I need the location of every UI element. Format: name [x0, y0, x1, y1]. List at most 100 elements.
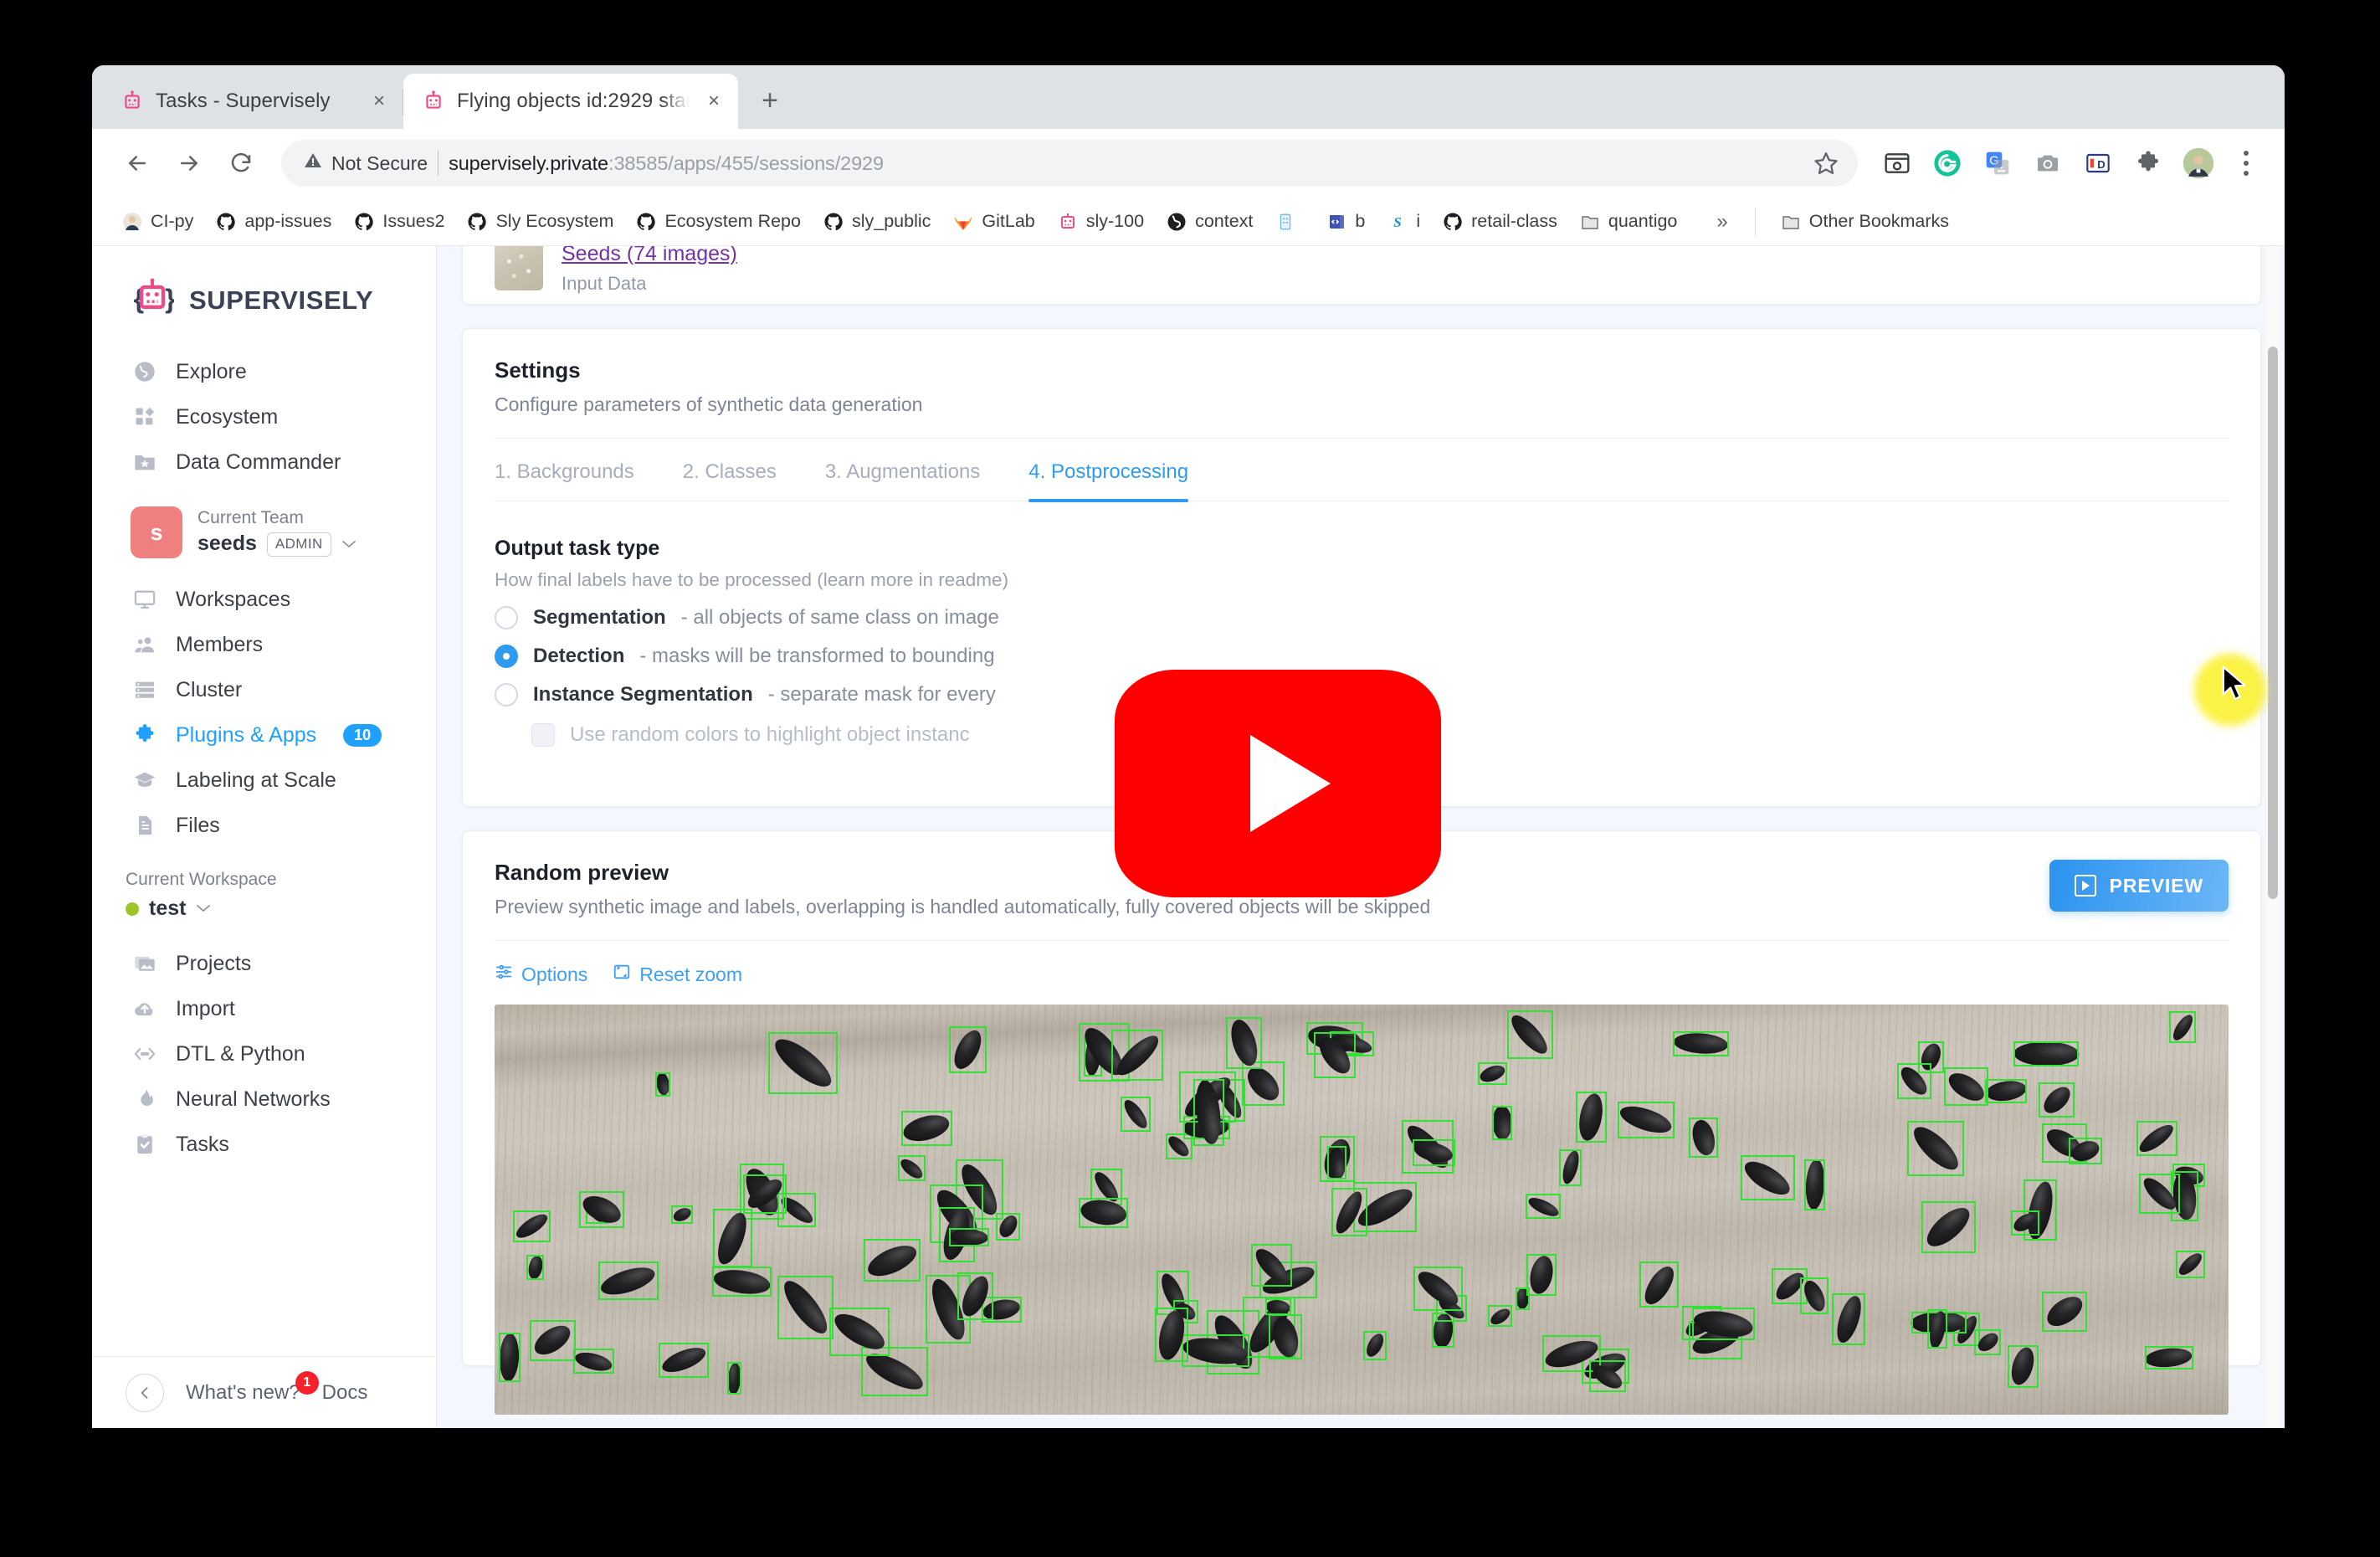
tab-strip: Tasks - Supervisely × Flying objects id:… — [92, 65, 2285, 129]
browser-toolbar: Not Secure supervisely.private:38585/app… — [92, 129, 2285, 198]
camera-icon[interactable] — [2025, 141, 2070, 186]
current-team-selector[interactable]: s Current Team seeds ADMIN — [92, 485, 436, 577]
grammarly-icon[interactable] — [1925, 141, 1970, 186]
sidebar-item-explore[interactable]: Explore — [92, 349, 436, 394]
bounding-box — [1078, 1197, 1128, 1229]
sidebar-item-dtl-python[interactable]: DTL & Python — [92, 1031, 436, 1077]
bounding-box — [1362, 1331, 1387, 1360]
radio-button[interactable] — [495, 606, 518, 629]
chevron-down-icon[interactable] — [341, 534, 356, 554]
sidebar-item-plugins-apps[interactable]: Plugins & Apps 10 — [92, 712, 436, 758]
profile-avatar[interactable] — [2176, 141, 2221, 186]
bounding-box — [1120, 1097, 1152, 1132]
random-colors-checkbox[interactable] — [531, 723, 555, 747]
bookmark-blue-doc[interactable] — [1265, 206, 1313, 238]
close-icon[interactable]: × — [367, 89, 392, 114]
sidebar-item-neural-networks[interactable]: Neural Networks — [92, 1077, 436, 1122]
bookmark-ci-py[interactable]: CI-py — [112, 206, 203, 238]
tab-classes[interactable]: 2. Classes — [683, 460, 777, 501]
svg-text:S: S — [1394, 214, 1402, 230]
bounding-box — [1182, 1333, 1250, 1368]
chevron-down-icon[interactable] — [196, 900, 211, 917]
bookmark-context[interactable]: context — [1157, 206, 1262, 238]
reset-zoom-button[interactable]: Reset zoom — [613, 963, 742, 986]
radio-option-detection[interactable]: Detection - masks will be transformed to… — [495, 645, 2229, 668]
play-box-icon — [2074, 875, 2096, 897]
google-translate-icon[interactable]: G — [1975, 141, 2020, 186]
bookmark-other-bookmarks[interactable]: Other Bookmarks — [1771, 206, 1958, 238]
scrollbar-thumb[interactable] — [2268, 347, 2278, 899]
bookmark-gitlab[interactable]: GitLab — [943, 206, 1044, 238]
preview-toolbar: Options Reset zoom — [495, 941, 2229, 1005]
sidebar-item-files[interactable]: Files — [92, 803, 436, 848]
extensions-puzzle-icon[interactable] — [2126, 141, 2171, 186]
sidebar-item-members[interactable]: Members — [92, 622, 436, 667]
supervisely-logo[interactable]: { } SUPERVISELY — [92, 246, 436, 349]
bookmark-sly-ecosystem[interactable]: Sly Ecosystem — [457, 206, 623, 238]
forward-icon[interactable] — [166, 140, 213, 187]
bookmark-b[interactable]: b — [1316, 206, 1374, 238]
sidebar-item-tasks[interactable]: Tasks — [92, 1122, 436, 1167]
bounding-box — [1492, 1105, 1513, 1141]
not-secure-chip[interactable]: Not Secure — [303, 151, 428, 176]
sidebar-item-label: Explore — [176, 359, 247, 383]
radio-button[interactable] — [495, 645, 518, 668]
preview-image[interactable] — [495, 1005, 2229, 1415]
bookmarks-overflow-button[interactable]: » — [1705, 205, 1739, 239]
bounding-box — [1832, 1292, 1865, 1346]
flame-icon — [132, 1087, 157, 1111]
browser-menu-icon[interactable] — [2226, 151, 2266, 176]
chevron-left-icon[interactable] — [126, 1373, 164, 1412]
bounding-box — [1740, 1154, 1795, 1200]
sidebar-item-workspaces[interactable]: Workspaces — [92, 577, 436, 622]
bookmark-retail-class[interactable]: retail-class — [1433, 206, 1567, 238]
page-scrollbar[interactable] — [2266, 246, 2280, 1428]
tab-augmentations[interactable]: 3. Augmentations — [825, 460, 980, 501]
tab-postprocessing[interactable]: 4. Postprocessing — [1028, 460, 1188, 502]
bounding-box — [1506, 1010, 1553, 1059]
bookmark-ecosystem-repo[interactable]: Ecosystem Repo — [626, 206, 810, 238]
play-button-icon[interactable] — [1115, 670, 1441, 897]
bookmark-i[interactable]: S i — [1377, 206, 1429, 238]
bookmark-app-issues[interactable]: app-issues — [206, 206, 341, 238]
close-icon[interactable]: × — [701, 89, 726, 114]
bounding-box — [1921, 1200, 1977, 1253]
github-icon — [635, 211, 657, 233]
sidebar-item-cluster[interactable]: Cluster — [92, 667, 436, 712]
sidebar-item-projects[interactable]: Projects — [92, 941, 436, 986]
back-icon[interactable] — [114, 140, 161, 187]
bounding-box — [1672, 1031, 1729, 1056]
reload-icon[interactable] — [218, 140, 264, 187]
tab-backgrounds[interactable]: 1. Backgrounds — [495, 460, 634, 501]
screenshot-icon[interactable] — [1875, 141, 1920, 186]
team-role-badge: ADMIN — [266, 532, 331, 557]
radio-button[interactable] — [495, 683, 518, 707]
sidebar-item-import[interactable]: Import — [92, 986, 436, 1031]
bookmark-sly-public[interactable]: sly_public — [813, 206, 940, 238]
docs-link[interactable]: Docs — [322, 1381, 368, 1405]
sidebar-item-ecosystem[interactable]: Ecosystem — [92, 394, 436, 439]
sidebar-item-labeling-at-scale[interactable]: Labeling at Scale — [92, 758, 436, 803]
supervisely-robot-icon — [422, 90, 445, 113]
browser-tab-1[interactable]: Tasks - Supervisely × — [102, 74, 403, 129]
bookmark-issues2[interactable]: Issues2 — [344, 206, 454, 238]
options-button[interactable]: Options — [495, 963, 587, 986]
sidebar-item-data-commander[interactable]: Data Commander — [92, 439, 436, 485]
radio-option-segmentation[interactable]: Segmentation - all objects of same class… — [495, 606, 2229, 629]
browser-tab-2[interactable]: Flying objects id:2929 started × — [403, 74, 738, 129]
bookmark-star-icon[interactable] — [1806, 143, 1846, 183]
id-icon[interactable]: D — [2075, 141, 2121, 186]
images-icon — [132, 952, 157, 975]
whats-new-link[interactable]: What's new? 1 — [186, 1370, 319, 1405]
address-bar[interactable]: Not Secure supervisely.private:38585/app… — [281, 140, 1858, 187]
current-workspace-selector[interactable]: test — [92, 897, 436, 921]
bounding-box — [1588, 1360, 1626, 1393]
bookmark-quantigo[interactable]: quantigo — [1570, 206, 1687, 238]
radio-description: - separate mask for every — [767, 683, 996, 706]
svg-text:D: D — [2097, 158, 2106, 171]
new-tab-button[interactable]: + — [748, 79, 792, 122]
input-project-link[interactable]: Seeds (74 images) — [562, 246, 737, 266]
bounding-box — [655, 1072, 671, 1097]
bookmark-sly-100[interactable]: sly-100 — [1048, 206, 1153, 238]
preview-button[interactable]: PREVIEW — [2049, 860, 2229, 912]
